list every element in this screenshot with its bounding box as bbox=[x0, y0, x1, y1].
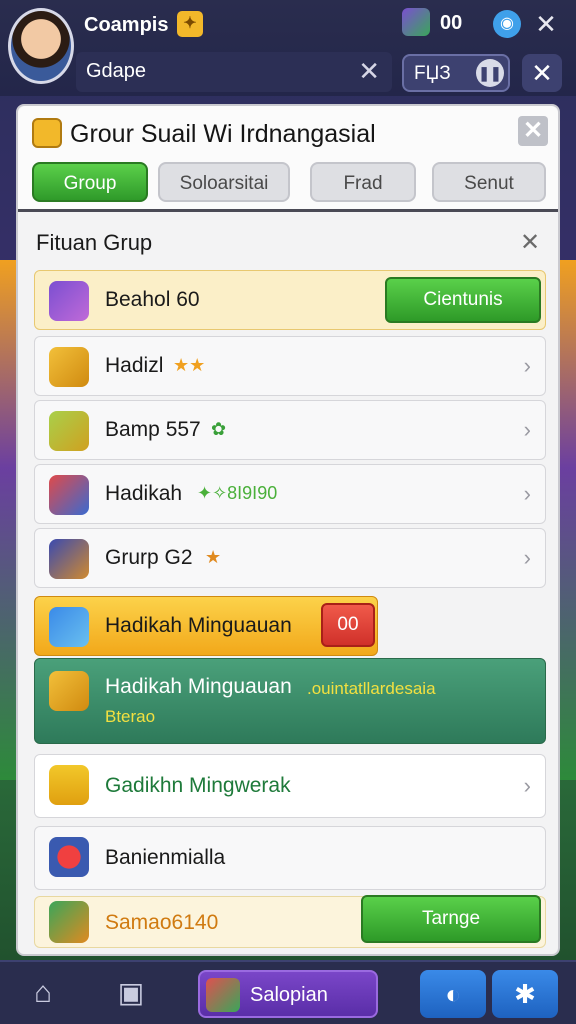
sub-text: Bterao bbox=[105, 707, 156, 726]
row-label: Banienmialla bbox=[105, 846, 226, 869]
panel-close-button[interactable]: ✕ bbox=[518, 116, 548, 146]
clover-icon: ✿ bbox=[211, 419, 227, 439]
add-gems-icon[interactable]: ◉ bbox=[493, 10, 521, 38]
list-item[interactable]: Grurp G2 ★ › bbox=[34, 528, 546, 588]
continue-button[interactable]: Cientunis bbox=[385, 277, 541, 323]
chest-icon bbox=[49, 671, 89, 711]
panel-header: Grour Suail Wi Irdnangasial ✕ Group Solo… bbox=[18, 106, 558, 212]
list-item[interactable]: Hadizl ★★ › bbox=[34, 336, 546, 396]
row-label: Hadikah Minguauan bbox=[105, 675, 292, 698]
row-label: Bamp 557 bbox=[105, 418, 201, 441]
list-item[interactable]: Samao6140 Tarnge bbox=[34, 895, 546, 948]
ball-icon bbox=[49, 837, 89, 877]
section-close-icon[interactable]: ✕ bbox=[520, 228, 540, 257]
tool-icon bbox=[49, 539, 89, 579]
list-item[interactable]: Hadikah Minguauan 00 bbox=[34, 596, 378, 656]
list-item[interactable]: Gadikhn Mingwerak › bbox=[34, 754, 546, 818]
rank-icon: ✦ bbox=[177, 11, 203, 37]
ticket-icon bbox=[49, 607, 89, 647]
puzzle-icon bbox=[49, 281, 89, 321]
chest-icon[interactable] bbox=[402, 8, 430, 36]
change-button[interactable]: Tarnge bbox=[361, 895, 541, 943]
section-title: Fituan Grup bbox=[36, 230, 153, 255]
pause-icon[interactable]: ❚❚ bbox=[476, 59, 504, 87]
close-button[interactable]: ✕ bbox=[522, 54, 562, 92]
tab-soloarsitai[interactable]: Soloarsitai bbox=[158, 162, 290, 202]
reward-text: ✦✧8I9I90 bbox=[197, 483, 278, 503]
orb-icon bbox=[49, 765, 89, 805]
box-icon bbox=[49, 411, 89, 451]
chevron-right-icon: › bbox=[523, 545, 531, 570]
list-item[interactable]: Beahol 60 Cientunis bbox=[34, 270, 546, 330]
row-label: Grurp G2 bbox=[105, 546, 193, 569]
chevron-right-icon: › bbox=[523, 773, 531, 798]
top-bar: Coampis ✦ 00 ◉ ✕ Gdape ✕ FЏЗ ❚❚ ✕ bbox=[0, 0, 576, 96]
code-pill[interactable]: FЏЗ ❚❚ bbox=[402, 54, 510, 92]
home-icon[interactable]: ⌂ bbox=[24, 974, 62, 1012]
row-label: Gadikhn Mingwerak bbox=[105, 774, 291, 797]
chevron-right-icon: › bbox=[523, 481, 531, 506]
shop-icon bbox=[49, 475, 89, 515]
gem-count: 00 bbox=[440, 12, 463, 34]
row-label: Hadikah Minguauan bbox=[105, 614, 292, 637]
highlight-text: .ouintatllardesaia bbox=[307, 679, 436, 698]
nav-item-active[interactable]: Salopian bbox=[198, 970, 378, 1018]
tab-group[interactable]: Group bbox=[32, 162, 148, 202]
count-badge: 00 bbox=[321, 603, 375, 647]
group-search-field[interactable]: Gdape ✕ bbox=[76, 52, 392, 92]
bottom-nav: ⌂ ▣ Salopian ◐ ✱ bbox=[0, 960, 576, 1024]
row-label: Samao6140 bbox=[105, 911, 219, 934]
list-item[interactable]: Bamp 557 ✿ › bbox=[34, 400, 546, 460]
clear-icon[interactable]: ✕ bbox=[358, 56, 380, 87]
group-field-label: Gdape bbox=[86, 60, 147, 82]
row-label: Beahol 60 bbox=[105, 288, 200, 311]
list-item[interactable]: Hadikah ✦✧8I9I90 › bbox=[34, 464, 546, 524]
chevron-right-icon: › bbox=[523, 353, 531, 378]
gift-icon bbox=[49, 347, 89, 387]
tab-frad[interactable]: Frad bbox=[310, 162, 416, 202]
avatar[interactable] bbox=[8, 8, 74, 84]
close-icon[interactable]: ✕ bbox=[530, 8, 562, 40]
inventory-icon[interactable]: ▣ bbox=[112, 974, 150, 1012]
list-item[interactable]: Banienmialla bbox=[34, 826, 546, 890]
chat-icon[interactable]: ◐ bbox=[420, 970, 486, 1018]
star-icon: ★ bbox=[205, 547, 222, 567]
crate-icon bbox=[49, 901, 89, 943]
shield-icon bbox=[32, 118, 62, 148]
nav-active-label: Salopian bbox=[250, 984, 328, 1006]
row-label: Hadizl bbox=[105, 354, 164, 377]
gift-box-icon bbox=[206, 978, 240, 1012]
row-label: Hadikah bbox=[105, 482, 183, 505]
code-text: FЏЗ bbox=[414, 63, 451, 84]
star-icons: ★★ bbox=[173, 355, 206, 375]
group-panel: Grour Suail Wi Irdnangasial ✕ Group Solo… bbox=[16, 104, 560, 956]
tab-senut[interactable]: Senut bbox=[432, 162, 546, 202]
player-name: Coampis bbox=[84, 14, 169, 36]
panel-title: Grour Suail Wi Irdnangasial bbox=[70, 120, 376, 148]
list-item[interactable]: Hadikah Minguauan .ouintatllardesaia Bte… bbox=[34, 658, 546, 744]
chevron-right-icon: › bbox=[523, 417, 531, 442]
settings-icon[interactable]: ✱ bbox=[492, 970, 558, 1018]
